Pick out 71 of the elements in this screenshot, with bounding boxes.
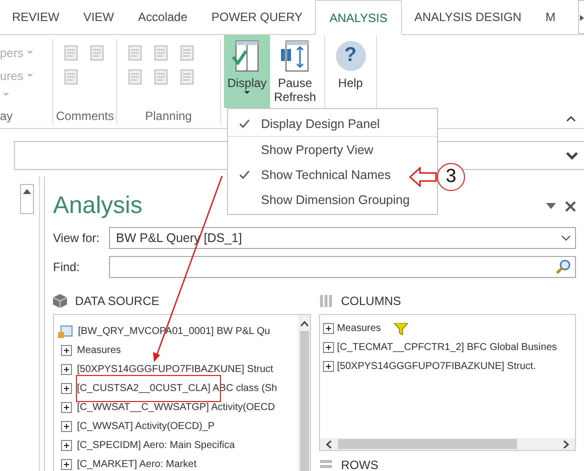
ribbon-tab[interactable]: M [533,0,568,34]
tree-item[interactable]: [50XPYS14GGGFUPO7FIBAZKUNE] Struct. [337,361,536,372]
columns-icon [319,294,333,308]
close-icon [565,200,576,212]
group-label: Comments [56,109,113,124]
caret-icon [243,90,251,96]
section-title: DATA SOURCE [75,294,160,308]
ribbon-button[interactable]: Display [224,35,270,108]
tree-item[interactable]: [C_WWSAT] Activity(OECD)_P [77,421,215,432]
tree-item[interactable]: Measures [337,323,381,334]
caret-icon [2,92,10,98]
expand-icon [323,323,334,334]
document-icon [126,44,144,62]
collapse-icon [566,115,576,122]
right-arrow-icon [580,15,584,21]
ribbon-tab[interactable]: POWER QUERY [199,0,315,34]
rows-icon [319,459,333,471]
document-icon [178,44,196,62]
scrollbar[interactable] [320,438,575,450]
find-field[interactable] [109,256,576,278]
expand-icon [61,421,72,432]
scroll-right-button[interactable] [578,0,584,34]
help-icon [334,39,368,73]
tree-item[interactable]: Measures [77,345,121,356]
ribbon-tab[interactable]: VIEW [71,0,126,34]
tree-item[interactable]: [C_SPECIDM] Aero: Main Specifica [77,440,235,451]
document-icon [152,68,170,86]
caret-icon [561,235,571,241]
document-icon [178,68,196,86]
expand-icon [323,361,334,372]
ribbon-tab[interactable]: REVIEW [0,0,72,34]
document-icon [126,68,144,86]
up-arrow-icon [23,189,31,194]
chevron-icon [566,152,578,160]
panel-title: Analysis [53,192,142,220]
section-title: COLUMNS [341,294,402,308]
ribbon-button[interactable]: Pause Refresh [272,35,318,108]
query-icon [57,324,73,338]
ribbon-tab[interactable]: ANALYSIS [314,0,402,35]
tree-item[interactable]: [C_MARKET] Aero: Market [77,459,196,470]
scrollbar[interactable] [20,184,34,214]
field-label: View for: [53,231,100,245]
expand-icon [323,342,334,353]
tree-item[interactable]: [C_WWSAT__C_WWSATGP] Activity(OECD [77,402,275,413]
tree-item[interactable]: [50XPYS14GGGFUPO7FIBAZKUNE] Struct [77,364,274,375]
field-label: Find: [53,260,81,274]
dropdown-icon [546,203,556,209]
section-title: ROWS [341,458,378,471]
ribbon-button[interactable]: ? Help [324,35,376,108]
menu-item[interactable]: Show Property View [261,142,374,156]
group-label: ay [0,109,14,124]
document-icon [62,44,80,62]
menu-item[interactable]: Show Technical Names [261,168,391,182]
expand-icon [61,345,72,356]
scrollbar[interactable] [298,315,310,471]
document-icon [152,44,170,62]
menu-item[interactable]: Show Dimension Grouping [261,192,410,206]
expand-icon [61,440,72,451]
document-icon [62,68,80,86]
search-icon [555,259,571,275]
menu-item[interactable]: Display Design Panel [261,116,380,130]
tree-item[interactable]: [C_TECMAT__CPFCTR1_2] BFC Global Busines [337,342,557,353]
group-label: Planning [144,109,193,124]
expand-icon [61,364,72,375]
ribbon-tab[interactable]: ANALYSIS DESIGN [402,0,534,34]
step-number: 3 [437,163,465,191]
cube-icon [53,294,67,308]
expand-icon [61,402,72,413]
expand-icon [61,383,72,394]
document-icon [88,44,106,62]
ribbon-tab[interactable]: Accolade [126,0,200,34]
